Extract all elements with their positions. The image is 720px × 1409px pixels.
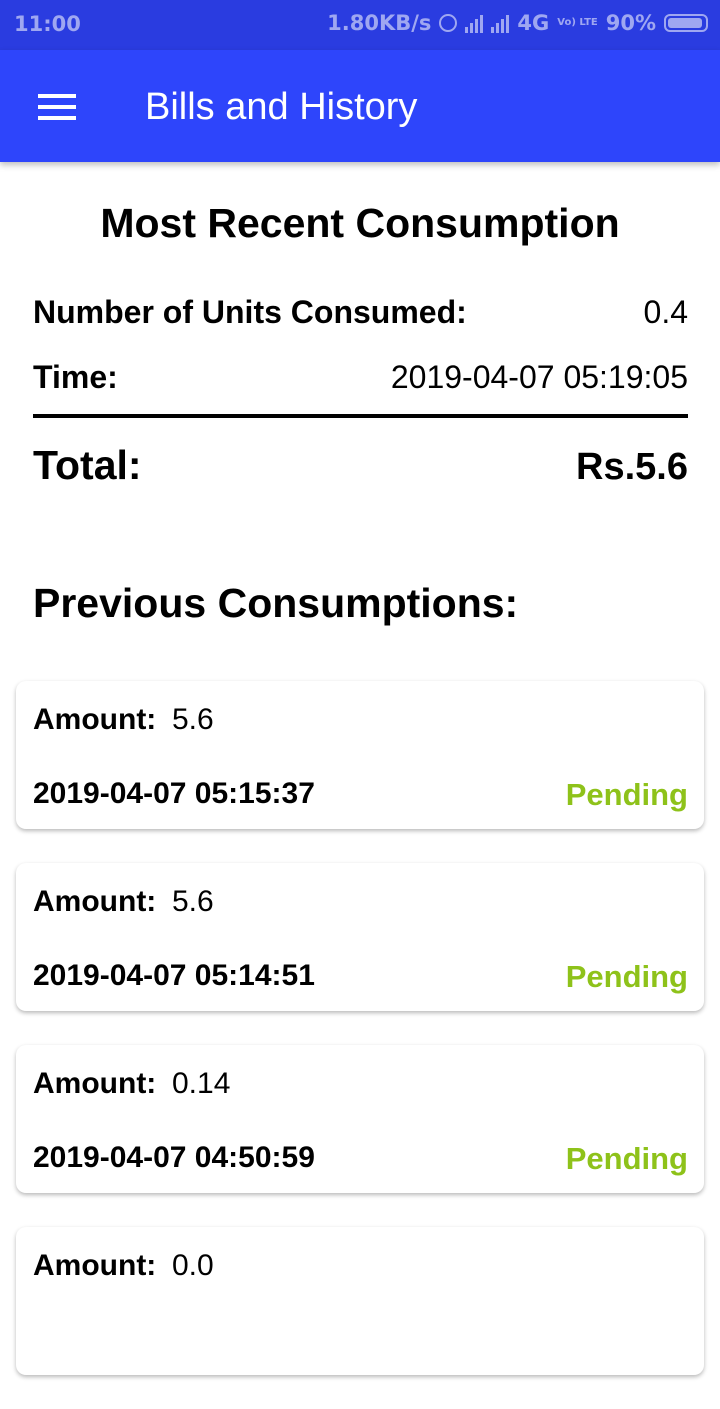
amount-label: Amount: [33, 1249, 157, 1282]
previous-consumptions-title: Previous Consumptions: [33, 580, 519, 626]
status-badge: Pending [565, 959, 688, 994]
status-time: 11:00 [14, 12, 81, 36]
signal-icon-2 [491, 13, 510, 33]
network-speed: 1.80KB/s [327, 11, 432, 35]
amount-value: 0.0 [172, 1249, 214, 1282]
total-label: Total: [33, 442, 142, 488]
time-value: 2019-04-07 05:19:05 [390, 359, 688, 395]
consumption-card[interactable]: Amount: 5.6 2019-04-07 05:15:37 Pending [16, 681, 704, 829]
status-bar: 11:00 1.80KB/s 4G Vo) LTE 90% [0, 0, 720, 50]
recent-consumption-title: Most Recent Consumption [100, 200, 620, 246]
page-title: Bills and History [145, 86, 418, 128]
consumption-date: 2019-04-07 05:15:37 [33, 777, 315, 810]
alarm-icon [439, 14, 458, 32]
status-badge: Pending [565, 1141, 688, 1176]
time-label: Time: [33, 359, 118, 395]
volte-icon: Vo) LTE [557, 17, 598, 28]
amount-value: 5.6 [172, 703, 214, 736]
units-value: 0.4 [643, 294, 688, 330]
units-label: Number of Units Consumed: [33, 294, 467, 330]
consumption-card[interactable]: Amount: 0.14 2019-04-07 04:50:59 Pending [16, 1045, 704, 1193]
consumption-card[interactable]: Amount: 0.0 [16, 1227, 704, 1375]
amount-label: Amount: [33, 885, 157, 918]
app-toolbar: Bills and History [0, 50, 720, 162]
consumption-date: 2019-04-07 04:50:59 [33, 1141, 315, 1174]
total-value: Rs.5.6 [576, 446, 688, 488]
status-badge: Pending [565, 777, 688, 812]
battery-percent: 90% [605, 11, 656, 35]
consumption-date: 2019-04-07 05:14:51 [33, 959, 315, 992]
previous-consumptions-list: Amount: 5.6 2019-04-07 05:15:37 Pending … [16, 681, 704, 1409]
amount-label: Amount: [33, 1067, 157, 1100]
battery-icon [664, 14, 708, 32]
consumption-card[interactable]: Amount: 5.6 2019-04-07 05:14:51 Pending [16, 863, 704, 1011]
signal-icon [465, 13, 484, 33]
amount-value: 5.6 [172, 885, 214, 918]
amount-value: 0.14 [172, 1067, 231, 1100]
network-type: 4G [517, 11, 550, 35]
divider [33, 414, 688, 418]
hamburger-menu-icon[interactable] [38, 94, 76, 120]
amount-label: Amount: [33, 703, 157, 736]
